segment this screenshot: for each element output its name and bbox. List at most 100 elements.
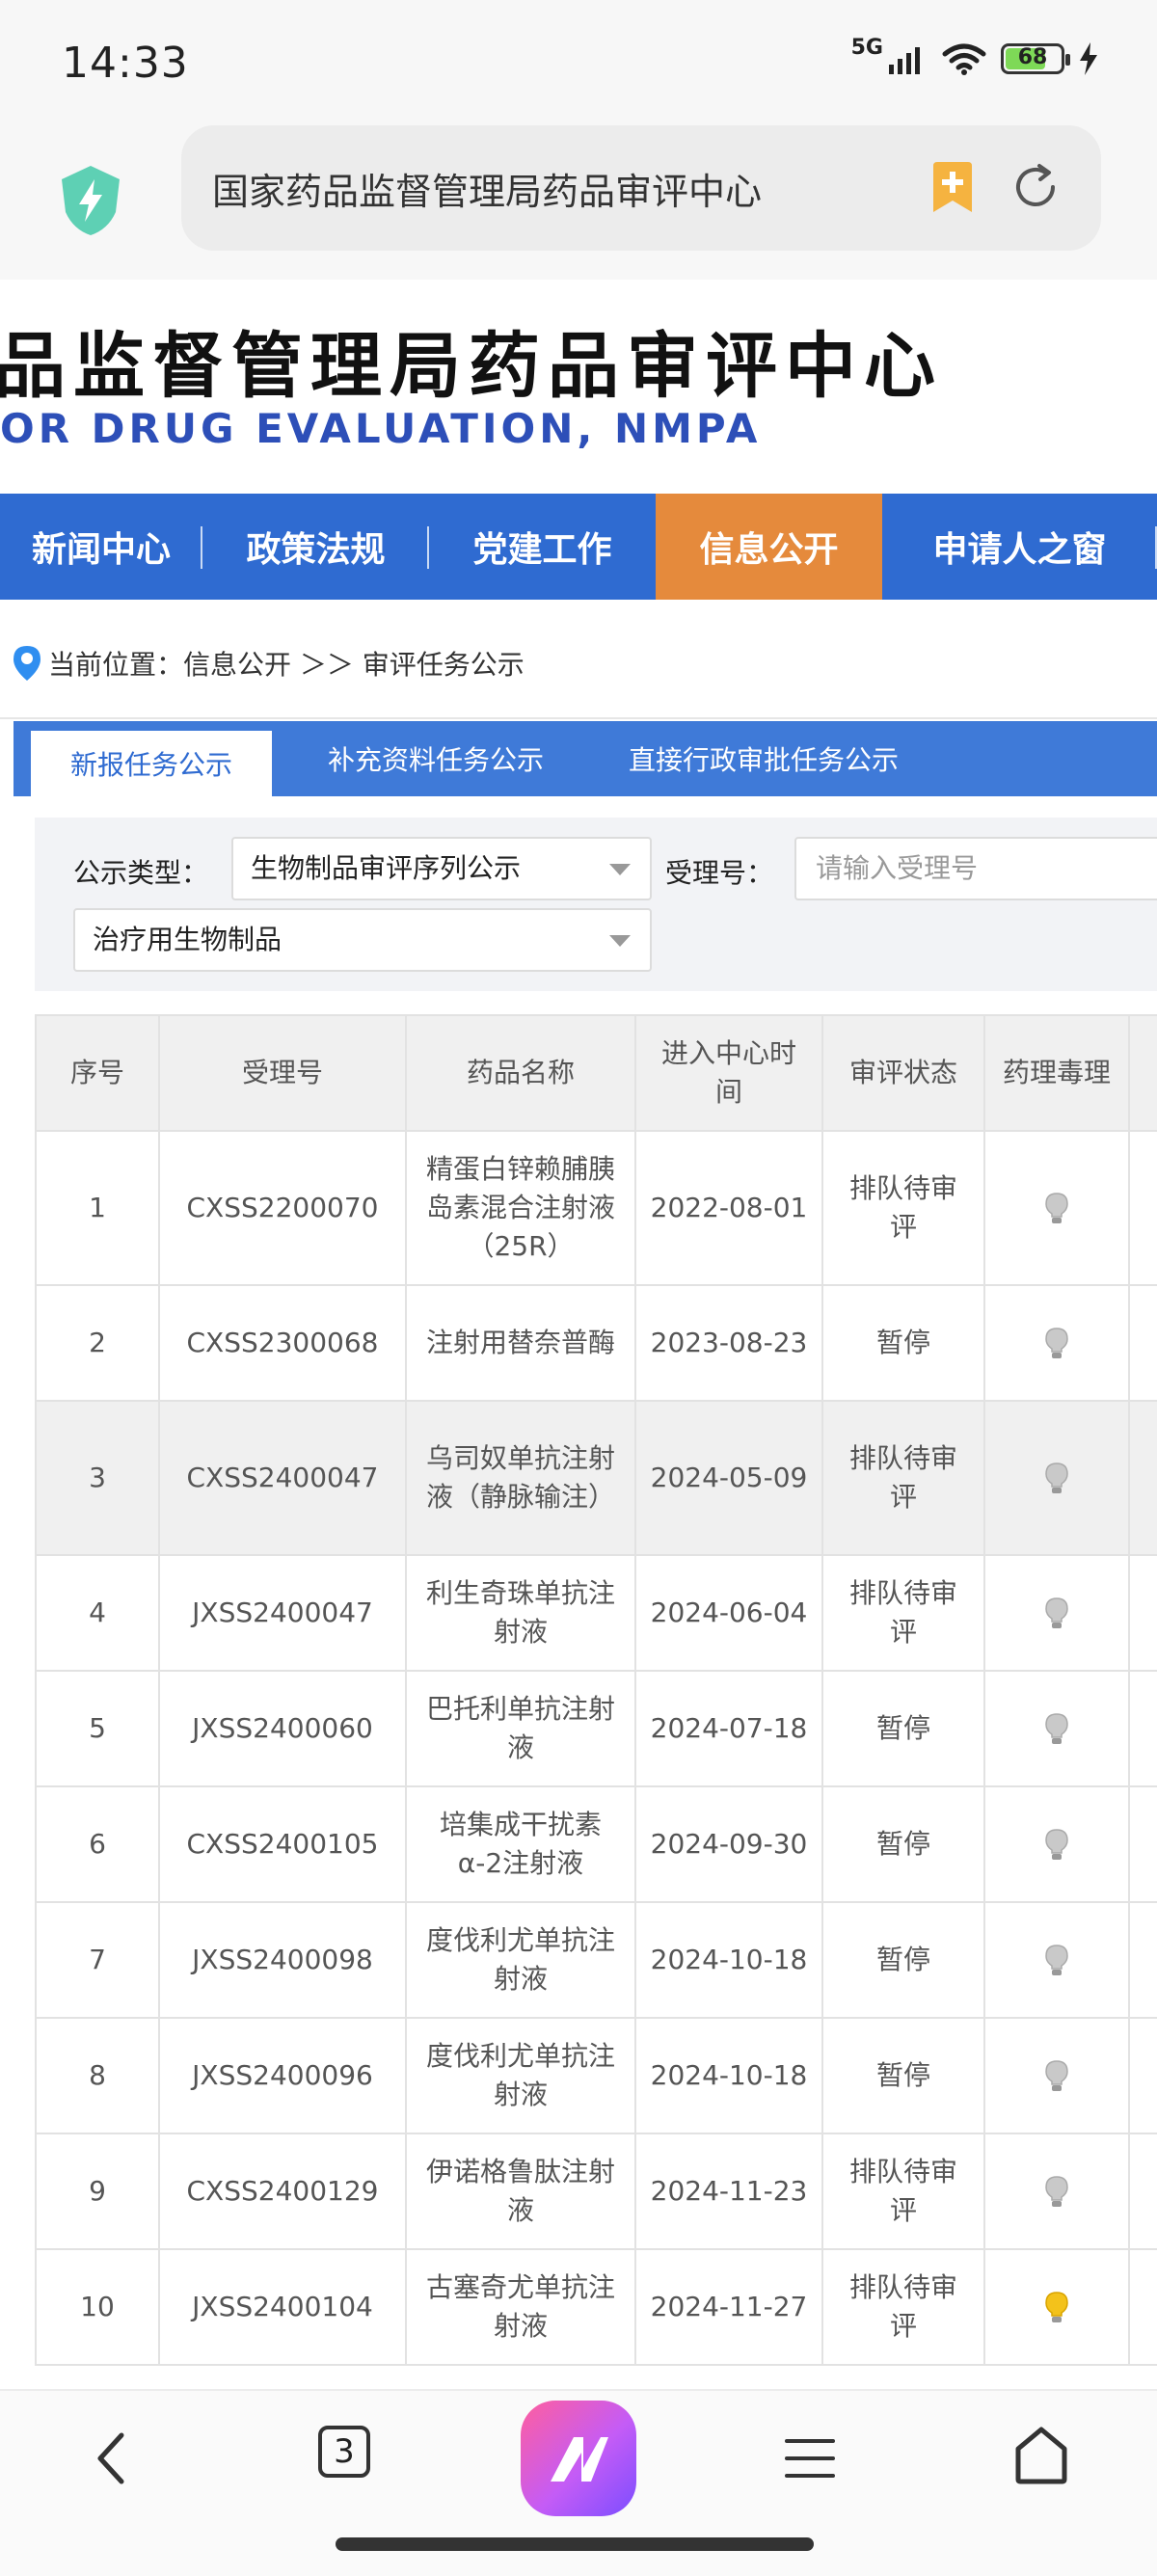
cell-accept-no: CXSS2200070 — [158, 1130, 407, 1286]
col-header-drug-name: 药品名称 — [405, 1014, 636, 1132]
bookmark-add-icon[interactable] — [929, 162, 976, 214]
chevron-down-icon — [609, 935, 631, 947]
cell-no: 10 — [35, 2248, 160, 2366]
menu-icon[interactable] — [783, 2435, 837, 2482]
cell-status: 排队待审评 — [821, 1130, 985, 1286]
cell-extra — [1128, 1284, 1157, 1402]
cell-accept-no: CXSS2300068 — [158, 1284, 407, 1402]
cellular-signal-icon — [889, 47, 920, 74]
cell-entry-time: 2024-11-27 — [634, 2248, 823, 2366]
site-title: 品监督管理局药品审评中心 — [0, 325, 943, 408]
home-icon[interactable] — [1012, 2426, 1070, 2485]
table-row[interactable]: 8 JXSS2400096 度伐利尤单抗注射液 2024-10-18 暂停 — [35, 2017, 1157, 2134]
home-indicator[interactable] — [336, 2537, 814, 2551]
table-row[interactable]: 9 CXSS2400129 伊诺格鲁肽注射液 2024-11-23 排队待审评 — [35, 2133, 1157, 2250]
cell-no: 5 — [35, 1670, 160, 1787]
cell-no: 8 — [35, 2017, 160, 2134]
cell-status: 暂停 — [821, 1670, 985, 1787]
tab-new-tasks[interactable]: 新报任务公示 — [31, 731, 272, 796]
cell-status: 排队待审评 — [821, 1554, 985, 1672]
nav-item-policy[interactable]: 政策法规 — [202, 494, 429, 600]
table-row[interactable]: 2 CXSS2300068 注射用替奈普酶 2023-08-23 暂停 — [35, 1284, 1157, 1402]
cell-extra — [1128, 1901, 1157, 2019]
breadcrumb: 当前位置：信息公开 ＞＞ 审评任务公示 — [13, 644, 525, 683]
status-time: 14:33 — [62, 39, 189, 88]
table-row[interactable]: 6 CXSS2400105 培集成干扰素α-2注射液 2024-09-30 暂停 — [35, 1785, 1157, 1903]
cell-drug-name: 古塞奇尤单抗注射液 — [405, 2248, 636, 2366]
accept-number-label: 受理号： — [665, 857, 774, 889]
tab-supplement-tasks[interactable]: 补充资料任务公示 — [272, 721, 600, 796]
nav-item-applicant[interactable]: 申请人之窗 — [882, 494, 1157, 600]
cell-extra — [1128, 2248, 1157, 2366]
lightbulb-icon[interactable] — [1045, 1945, 1068, 1977]
cell-drug-name: 培集成干扰素α-2注射液 — [405, 1785, 636, 1903]
cell-entry-time: 2024-10-18 — [634, 2017, 823, 2134]
location-pin-icon — [13, 646, 40, 681]
shield-icon[interactable] — [58, 164, 123, 237]
address-bar[interactable]: 国家药品监督管理局药品审评中心 — [181, 125, 1101, 251]
cell-pharmtox — [983, 2017, 1130, 2134]
cell-no: 9 — [35, 2133, 160, 2250]
back-icon[interactable] — [93, 2429, 131, 2487]
col-header-extra — [1128, 1014, 1157, 1132]
cell-pharmtox — [983, 2133, 1130, 2250]
cell-entry-time: 2023-08-23 — [634, 1284, 823, 1402]
type-select[interactable]: 生物制品审评序列公示 — [231, 837, 652, 900]
cell-entry-time: 2024-10-18 — [634, 1901, 823, 2019]
cell-accept-no: JXSS2400098 — [158, 1901, 407, 2019]
cell-extra — [1128, 2017, 1157, 2134]
lightbulb-icon[interactable] — [1045, 1462, 1068, 1495]
lightbulb-icon[interactable] — [1045, 2292, 1068, 2324]
cell-no: 3 — [35, 1400, 160, 1556]
browser-bottom-bar: 3 — [0, 2389, 1157, 2576]
cell-entry-time: 2024-05-09 — [634, 1400, 823, 1556]
category-select-value: 治疗用生物制品 — [93, 924, 283, 955]
table-row[interactable]: 10 JXSS2400104 古塞奇尤单抗注射液 2024-11-27 排队待审评 — [35, 2248, 1157, 2366]
accept-number-input[interactable]: 请输入受理号 — [794, 837, 1157, 900]
cell-pharmtox — [983, 1901, 1130, 2019]
tabs-icon[interactable]: 3 — [318, 2426, 370, 2478]
lightbulb-icon[interactable] — [1045, 2060, 1068, 2093]
lightbulb-icon[interactable] — [1045, 1193, 1068, 1225]
app-logo-icon[interactable] — [521, 2401, 636, 2516]
col-header-entry-time: 进入中心时间 — [634, 1014, 823, 1132]
table-row[interactable]: 7 JXSS2400098 度伐利尤单抗注射液 2024-10-18 暂停 — [35, 1901, 1157, 2019]
cell-drug-name: 乌司奴单抗注射液（静脉输注） — [405, 1400, 636, 1556]
cell-accept-no: JXSS2400104 — [158, 2248, 407, 2366]
cell-pharmtox — [983, 1670, 1130, 1787]
url-text[interactable]: 国家药品监督管理局药品审评中心 — [212, 162, 829, 215]
category-select[interactable]: 治疗用生物制品 — [73, 908, 652, 972]
cell-entry-time: 2024-07-18 — [634, 1670, 823, 1787]
lightbulb-icon[interactable] — [1045, 1829, 1068, 1862]
nav-item-info-disclosure[interactable]: 信息公开 — [656, 494, 882, 600]
filter-panel: 公示类型： 生物制品审评序列公示 受理号： 请输入受理号 治疗用生物制品 — [35, 818, 1157, 991]
cell-drug-name: 注射用替奈普酶 — [405, 1284, 636, 1402]
task-tabs: 新报任务公示 补充资料任务公示 直接行政审批任务公示 — [13, 721, 1157, 796]
cell-pharmtox — [983, 1130, 1130, 1286]
table-row[interactable]: 1 CXSS2200070 精蛋白锌赖脯胰岛素混合注射液（25R） 2022-08-0… — [35, 1130, 1157, 1286]
lightbulb-icon[interactable] — [1045, 2176, 1068, 2209]
cell-entry-time: 2024-06-04 — [634, 1554, 823, 1672]
cell-drug-name: 度伐利尤单抗注射液 — [405, 2017, 636, 2134]
cell-accept-no: CXSS2400105 — [158, 1785, 407, 1903]
site-header: 品监督管理局药品审评中心 OR DRUG EVALUATION, NMPA — [0, 280, 1157, 492]
battery-icon: 68 — [1001, 43, 1070, 74]
chevron-down-icon — [609, 864, 631, 875]
col-header-no: 序号 — [35, 1014, 160, 1132]
lightbulb-icon[interactable] — [1045, 1328, 1068, 1360]
type-label: 公示类型： — [73, 857, 209, 889]
lightbulb-icon[interactable] — [1045, 1597, 1068, 1630]
refresh-icon[interactable] — [1010, 162, 1061, 212]
table-row[interactable]: 4 JXSS2400047 利生奇珠单抗注射液 2024-06-04 排队待审评 — [35, 1554, 1157, 1672]
lightbulb-icon[interactable] — [1045, 1713, 1068, 1746]
cell-extra — [1128, 1785, 1157, 1903]
tab-direct-approval-tasks[interactable]: 直接行政审批任务公示 — [600, 721, 928, 796]
status-bar: 14:33 5G 68 — [0, 0, 1157, 125]
table-row[interactable]: 3 CXSS2400047 乌司奴单抗注射液（静脉输注） 2024-05-09 排队待审… — [35, 1400, 1157, 1556]
browser-toolbar: 国家药品监督管理局药品审评中心 — [0, 125, 1157, 280]
nav-item-news[interactable]: 新闻中心 — [0, 494, 202, 600]
charging-bolt-icon — [1080, 42, 1097, 75]
nav-item-party[interactable]: 党建工作 — [429, 494, 656, 600]
cell-drug-name: 利生奇珠单抗注射液 — [405, 1554, 636, 1672]
table-row[interactable]: 5 JXSS2400060 巴托利单抗注射液 2024-07-18 暂停 — [35, 1670, 1157, 1787]
